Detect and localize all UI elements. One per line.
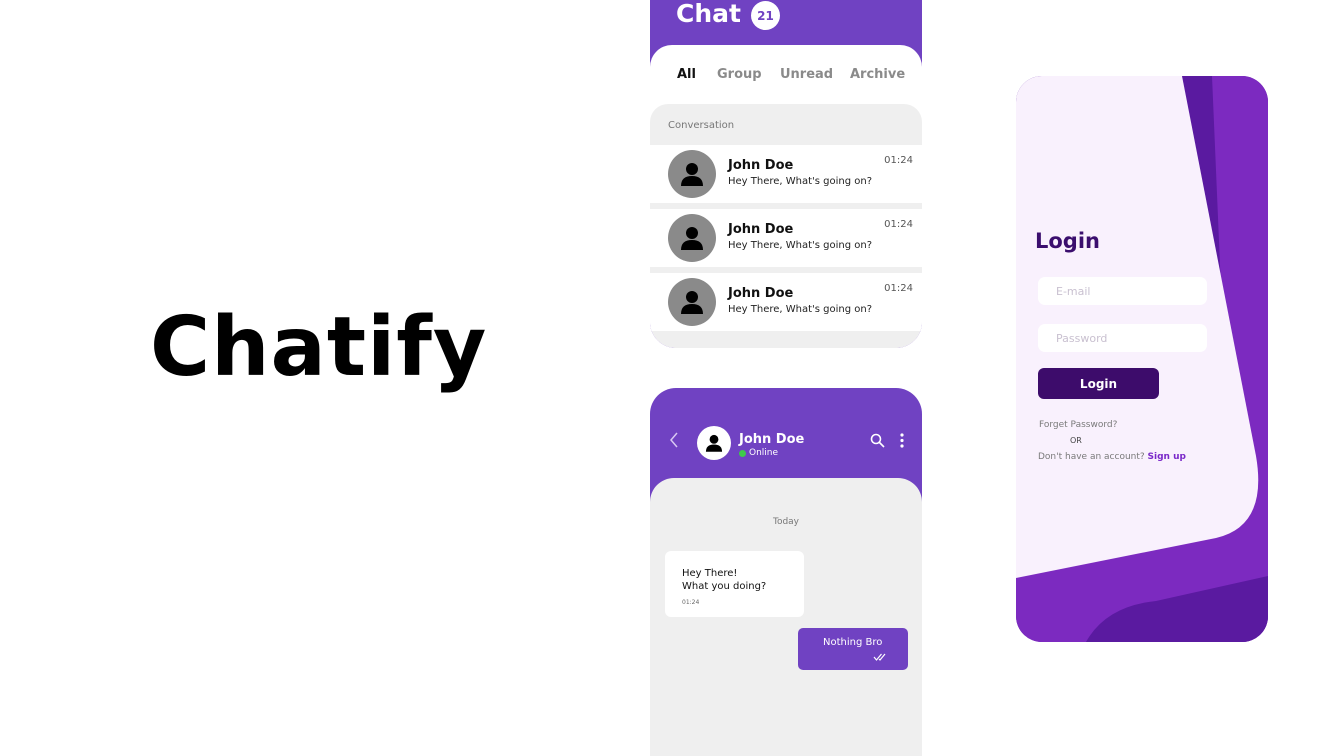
conversation-list: Conversation John Doe Hey There, What's …	[650, 104, 922, 348]
conversation-screen: John Doe Online Today Hey There! What yo…	[650, 388, 922, 756]
conversation-time: 01:24	[884, 219, 913, 230]
conversation-name: John Doe	[728, 286, 794, 301]
login-screen: Login Login Forget Password? OR Don't ha…	[1016, 76, 1268, 642]
no-account-text: Don't have an account?	[1038, 452, 1145, 462]
contact-status: Online	[739, 448, 778, 458]
conversation-preview: Hey There, What's going on?	[728, 176, 873, 187]
avatar	[668, 278, 716, 326]
conversation-name: John Doe	[728, 158, 794, 173]
person-icon	[705, 434, 723, 452]
avatar	[668, 150, 716, 198]
signup-prompt: Don't have an account? Sign up	[1038, 452, 1186, 462]
incoming-message: Hey There! What you doing? 01:24	[665, 551, 804, 617]
signup-link[interactable]: Sign up	[1148, 452, 1186, 462]
more-vertical-icon[interactable]	[899, 433, 905, 448]
chat-header: Chat 21	[650, 0, 922, 50]
tab-group[interactable]: Group	[717, 67, 762, 82]
tab-all[interactable]: All	[677, 67, 696, 82]
conversation-row[interactable]: John Doe Hey There, What's going on? 01:…	[650, 209, 922, 267]
avatar	[668, 214, 716, 262]
day-separator: Today	[772, 517, 800, 527]
outgoing-message: Nothing Bro	[798, 628, 908, 670]
tab-archive[interactable]: Archive	[850, 67, 905, 82]
incoming-message-text: Hey There! What you doing?	[682, 568, 767, 592]
search-icon[interactable]	[870, 433, 885, 448]
person-icon	[681, 291, 703, 314]
contact-avatar[interactable]	[697, 426, 731, 460]
password-field[interactable]	[1038, 324, 1207, 352]
outgoing-message-text: Nothing Bro	[823, 637, 883, 648]
conversation-time: 01:24	[884, 283, 913, 294]
conversation-preview: Hey There, What's going on?	[728, 304, 873, 315]
forgot-password-link[interactable]: Forget Password?	[1039, 420, 1117, 430]
person-icon	[681, 163, 703, 186]
chat-list-screen: Chat 21 All Group Unread Archive Convers…	[650, 0, 922, 348]
conversation-row[interactable]: John Doe Hey There, What's going on? 01:…	[650, 273, 922, 331]
chat-body: All Group Unread Archive Conversation Jo…	[650, 45, 922, 348]
login-button[interactable]: Login	[1038, 368, 1159, 399]
conversation-section-label: Conversation	[668, 120, 735, 131]
online-dot	[739, 449, 746, 457]
chat-title: Chat	[676, 0, 741, 28]
email-field[interactable]	[1038, 277, 1207, 305]
double-check-icon	[873, 653, 886, 661]
page: Chatify Chat 21 All Group Unread Archive…	[0, 0, 1344, 756]
chat-tabs: All Group Unread Archive	[650, 67, 922, 87]
incoming-message-time: 01:24	[682, 599, 700, 606]
or-divider: OR	[1070, 436, 1082, 445]
unread-badge: 21	[751, 1, 780, 30]
login-title: Login	[1035, 229, 1100, 253]
status-label: Online	[749, 448, 779, 458]
message-area: Today Hey There! What you doing? 01:24 N…	[650, 478, 922, 756]
brand-title: Chatify	[150, 300, 488, 395]
conversation-row[interactable]: John Doe Hey There, What's going on? 01:…	[650, 145, 922, 203]
conversation-name: John Doe	[728, 222, 794, 237]
person-icon	[681, 227, 703, 250]
contact-name: John Doe	[739, 432, 805, 447]
conversation-time: 01:24	[884, 155, 913, 166]
conversation-preview: Hey There, What's going on?	[728, 240, 873, 251]
chevron-left-icon[interactable]	[668, 432, 680, 448]
login-background	[1016, 76, 1268, 642]
tab-unread[interactable]: Unread	[780, 67, 833, 82]
